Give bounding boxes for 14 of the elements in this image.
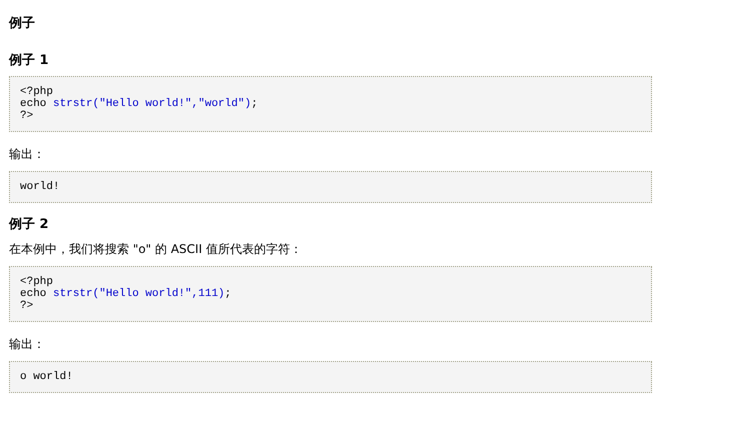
example-heading: 例子 1 — [9, 52, 50, 70]
code-line: world! — [20, 181, 60, 193]
page-heading: 例子 — [9, 15, 36, 33]
code-line: <?php — [20, 86, 54, 98]
code-line: echo strstr("Hello world!",111); — [20, 288, 232, 300]
code-line: ?> — [20, 110, 34, 122]
code-line: echo strstr("Hello world!","world"); — [20, 98, 258, 110]
example-heading: 例子 2 — [9, 216, 50, 234]
code-line: <?php — [20, 276, 54, 288]
paragraph: 输出： — [9, 146, 46, 163]
code-line: o world! — [20, 371, 73, 383]
paragraph: 输出： — [9, 336, 46, 353]
code-line: ?> — [20, 300, 34, 312]
paragraph: 在本例中，我们将搜索 "o" 的 ASCII 值所代表的字符： — [9, 241, 303, 258]
